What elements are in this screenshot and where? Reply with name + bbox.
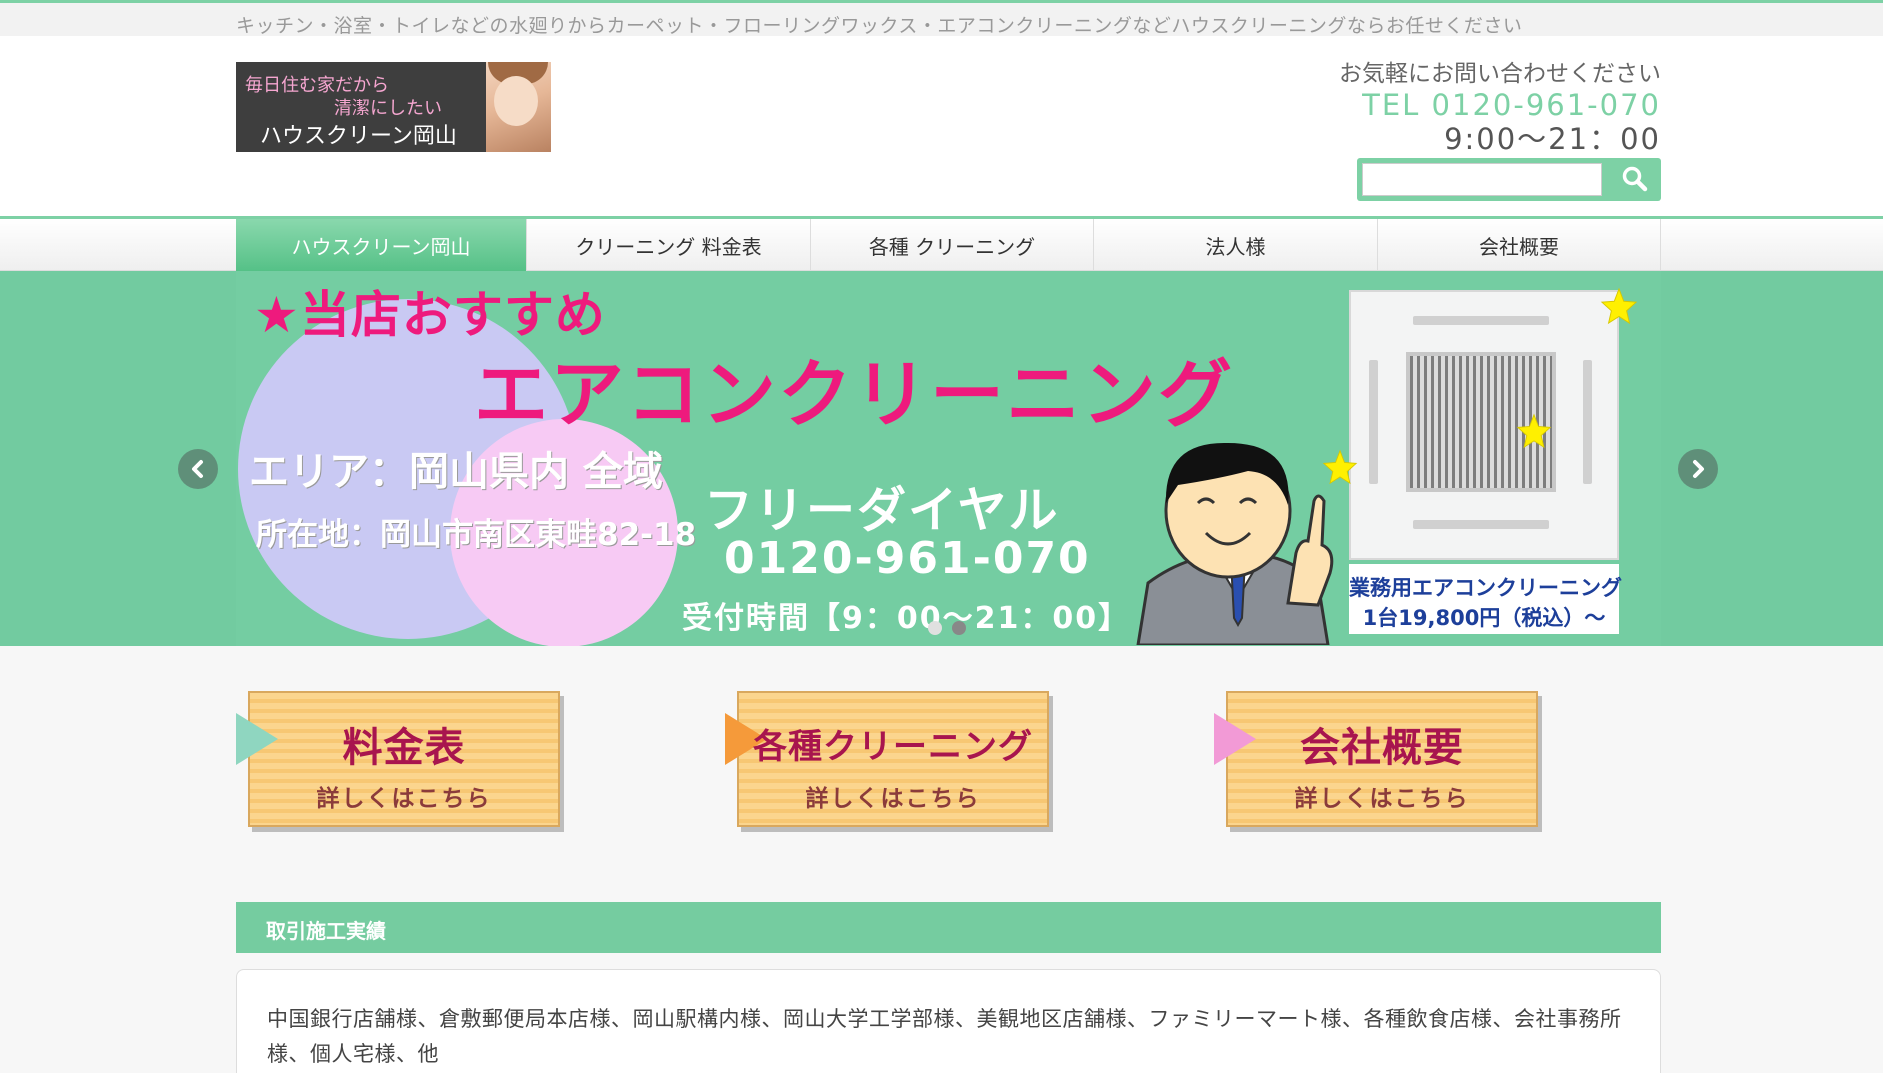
nav-item-corporate[interactable]: 法人様 (1094, 219, 1378, 271)
banner-subtitle: 詳しくはこちら (316, 786, 492, 812)
banner-title: 会社概要 (1300, 725, 1464, 771)
nav-item-company[interactable]: 会社概要 (1378, 219, 1661, 271)
slide-address: 所在地：岡山市南区東畦82-18 (256, 517, 697, 553)
contact-phone[interactable]: TEL 0120-961-070 (1339, 88, 1661, 122)
tagline-bar: キッチン・浴室・トイレなどの水廻りからカーペット・フローリングワックス・エアコン… (0, 3, 1883, 37)
nav-item-services[interactable]: 各種 クリーニング (811, 219, 1094, 271)
site-header: 毎日住む家だから 清潔にしたい ハウスクリーン岡山 お気軽にお問い合わせください… (0, 36, 1883, 216)
aircon-photo (1349, 290, 1619, 560)
chevron-right-icon (1693, 460, 1704, 478)
nav-item-pricing[interactable]: クリーニング 料金表 (527, 219, 811, 271)
banner-subtitle: 詳しくはこちら (1294, 786, 1470, 812)
sparkle-star-icon (1322, 449, 1358, 485)
slider-dots (928, 621, 966, 635)
aircon-caption-line-1: 業務用エアコンクリーニング (1349, 576, 1622, 600)
company-banner-button[interactable]: 会社概要 詳しくはこちら (1214, 691, 1539, 836)
aircon-caption-line-2: 1台19,800円（税込）～ (1362, 606, 1606, 630)
services-banner-button[interactable]: 各種クリーニング 詳しくはこちら (725, 691, 1050, 836)
slide-area: エリア：岡山県内 全域 (249, 449, 663, 495)
slide-freedial-label: フリーダイヤル (704, 482, 1060, 539)
banner-subtitle: 詳しくはこちら (805, 786, 981, 812)
contact-hours: 9:00～21：00 (1444, 122, 1661, 156)
main-nav: ハウスクリーン岡山 クリーニング 料金表 各種 クリーニング 法人様 会社概要 (0, 219, 1883, 271)
contact-prompt: お気軽にお問い合わせください (1339, 61, 1661, 87)
search-form (1357, 158, 1661, 201)
site-logo[interactable]: 毎日住む家だから 清潔にしたい ハウスクリーン岡山 (236, 62, 551, 152)
search-input[interactable] (1362, 163, 1602, 196)
section-text: 中国銀行店舗様、倉敷郵便局本店様、岡山駅構内様、岡山大学工学部様、美観地区店舗様… (267, 1007, 1622, 1066)
track-record-body: 中国銀行店舗様、倉敷郵便局本店様、岡山駅構内様、岡山大学工学部様、美観地区店舗様… (236, 969, 1661, 1073)
pricing-banner-button[interactable]: 料金表 詳しくはこちら (236, 691, 561, 836)
sparkle-star-icon (1516, 413, 1552, 449)
banner-title: 料金表 (342, 725, 466, 771)
logo-line-3: ハウスクリーン岡山 (260, 124, 457, 149)
logo-baby-photo (486, 62, 551, 152)
slider-dot-1[interactable] (928, 621, 942, 635)
sparkle-star-icon (1600, 287, 1638, 325)
nav-item-home[interactable]: ハウスクリーン岡山 (236, 219, 527, 271)
section-title: 取引施工実績 (266, 919, 386, 943)
chevron-left-icon (192, 460, 203, 478)
search-button[interactable] (1609, 158, 1661, 201)
aircon-price-caption: 業務用エアコンクリーニング 1台19,800円（税込）～ (1349, 564, 1622, 634)
slider-next-button[interactable] (1678, 449, 1718, 489)
banner-title: 各種クリーニング (753, 727, 1033, 767)
search-icon (1622, 166, 1648, 192)
slide-hours: 受付時間【9：00～21：00】 (682, 601, 1131, 636)
site-tagline: キッチン・浴室・トイレなどの水廻りからカーペット・フローリングワックス・エアコン… (236, 15, 1523, 37)
slider-dot-2[interactable] (952, 621, 966, 635)
slider-prev-button[interactable] (178, 449, 218, 489)
slide-freedial-number: 0120-961-070 (724, 533, 1091, 584)
track-record-heading: 取引施工実績 (236, 902, 1661, 953)
slide-service-title: エアコンクリーニング (474, 352, 1234, 438)
hero-slider: ★当店おすすめ エアコンクリーニング エリア：岡山県内 全域 所在地：岡山市南区… (0, 271, 1883, 646)
contact-info: お気軽にお問い合わせください TEL 0120-961-070 9:00～21：… (1339, 54, 1661, 156)
logo-line-2: 清潔にしたい (334, 98, 442, 119)
